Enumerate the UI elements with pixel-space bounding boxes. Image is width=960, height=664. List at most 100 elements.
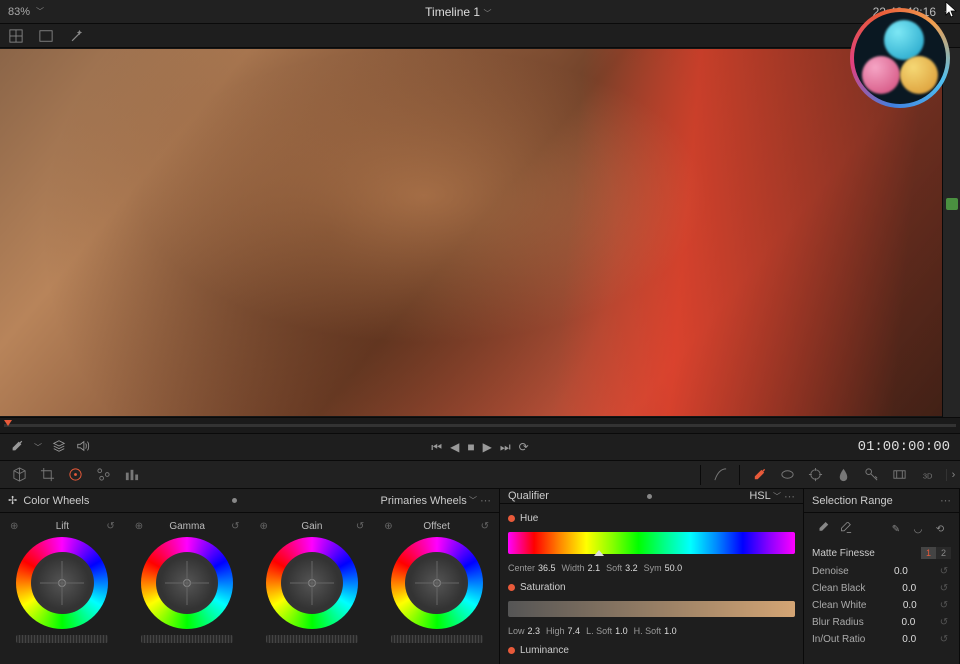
- crop-tool-icon[interactable]: [34, 464, 60, 486]
- last-frame-button[interactable]: ⏭: [500, 440, 511, 455]
- title-chevron-icon[interactable]: ﹀: [483, 9, 491, 18]
- target-tool-icon[interactable]: [62, 464, 88, 486]
- wheel-expand-icon[interactable]: ⊕: [260, 521, 268, 532]
- viewer-image[interactable]: [0, 49, 942, 416]
- softness-icon[interactable]: ◡: [909, 520, 927, 538]
- cursor-icon: [945, 1, 959, 22]
- sat-high-label: High: [546, 626, 565, 636]
- finesse-reset-icon[interactable]: ↺: [937, 566, 951, 577]
- hue-sym-label: Sym: [644, 563, 662, 573]
- feather-icon[interactable]: ✎: [887, 520, 905, 538]
- three-d-tool-icon[interactable]: 3D: [914, 464, 940, 486]
- sat-lsoft-label: L. Soft: [586, 626, 612, 636]
- hue-center-label: Center: [508, 563, 535, 573]
- finesse-label: Clean White: [812, 600, 866, 611]
- colorwheels-tool-icon[interactable]: ✢: [8, 494, 17, 507]
- expand-right-icon[interactable]: ›: [946, 469, 960, 481]
- prev-button[interactable]: ◀: [450, 440, 459, 455]
- wheel-reset-icon[interactable]: ↺: [106, 521, 114, 532]
- wheel-slider[interactable]: [141, 635, 233, 643]
- wheel-expand-icon[interactable]: ⊕: [384, 521, 392, 532]
- finesse-reset-icon[interactable]: ↺: [937, 617, 951, 628]
- wheel-name: Offset: [423, 521, 450, 532]
- node-indicator-icon[interactable]: [946, 198, 958, 210]
- grid-view-icon[interactable]: [6, 27, 26, 45]
- hue-width-input[interactable]: 2.1: [588, 563, 601, 573]
- qualifier-mode[interactable]: HSL: [749, 490, 770, 502]
- bars-tool-icon[interactable]: [118, 464, 144, 486]
- zoom-level[interactable]: 83%: [8, 6, 30, 18]
- wheel-slider[interactable]: [16, 635, 108, 643]
- first-frame-button[interactable]: ⏮: [431, 440, 442, 455]
- qualifier-menu-icon[interactable]: ⋯: [784, 490, 795, 503]
- qual-chevron-icon[interactable]: ﹀: [771, 491, 781, 502]
- finesse-value-input[interactable]: 0.0: [886, 583, 916, 594]
- qualifier-keyframe-icon[interactable]: [647, 494, 652, 499]
- colorwheels-menu-icon[interactable]: ⋯: [480, 494, 491, 507]
- timeline-title[interactable]: Timeline 1: [425, 5, 480, 19]
- timeline-scrubber[interactable]: [4, 424, 956, 427]
- keyframe-dot-icon[interactable]: [232, 498, 237, 503]
- color-wheel[interactable]: [266, 537, 358, 629]
- key-tool-icon[interactable]: [858, 464, 884, 486]
- finesse-value-input[interactable]: 0.0: [887, 600, 917, 611]
- sat-hsoft-label: H. Soft: [634, 626, 662, 636]
- sat-low-input[interactable]: 2.3: [528, 626, 541, 636]
- wheel-expand-icon[interactable]: ⊕: [10, 521, 18, 532]
- blur-tool-icon[interactable]: [830, 464, 856, 486]
- wheel-reset-icon[interactable]: ↺: [356, 521, 364, 532]
- sat-lsoft-input[interactable]: 1.0: [615, 626, 628, 636]
- loop-button[interactable]: ⟳: [519, 440, 529, 455]
- finesse-reset-icon[interactable]: ↺: [937, 583, 951, 594]
- picker-tool-icon[interactable]: [746, 464, 772, 486]
- ellipse-tool-icon[interactable]: [774, 464, 800, 486]
- selection-title: Selection Range: [812, 495, 893, 507]
- matte-finesse-title: Matte Finesse: [812, 548, 875, 559]
- finesse-value-input[interactable]: 0.0: [878, 566, 908, 577]
- color-wheel[interactable]: [391, 537, 483, 629]
- invert-icon[interactable]: ⟲: [931, 520, 949, 538]
- layers-icon[interactable]: [52, 439, 66, 456]
- matte-tab-1[interactable]: 1: [921, 547, 936, 559]
- sat-enable-icon[interactable]: [508, 584, 515, 591]
- single-view-icon[interactable]: [36, 27, 56, 45]
- stop-button[interactable]: ■: [467, 440, 474, 455]
- finesse-reset-icon[interactable]: ↺: [937, 600, 951, 611]
- hue-enable-icon[interactable]: [508, 515, 515, 522]
- lum-enable-icon[interactable]: [508, 647, 515, 654]
- hue-bar[interactable]: [508, 532, 795, 554]
- picker-add-icon[interactable]: [814, 520, 832, 538]
- track-tool-icon[interactable]: [802, 464, 828, 486]
- wheel-reset-icon[interactable]: ↺: [231, 521, 239, 532]
- wheel-reset-icon[interactable]: ↺: [481, 521, 489, 532]
- wheel-slider[interactable]: [266, 635, 358, 643]
- cube-tool-icon[interactable]: [6, 464, 32, 486]
- hue-sym-input[interactable]: 50.0: [665, 563, 683, 573]
- picker-sub-icon[interactable]: [836, 520, 854, 538]
- sat-high-input[interactable]: 7.4: [568, 626, 581, 636]
- mode-chevron-icon[interactable]: ﹀: [467, 495, 477, 506]
- eyedropper-icon[interactable]: [10, 439, 24, 456]
- sat-hsoft-input[interactable]: 1.0: [664, 626, 677, 636]
- play-button[interactable]: ▶: [483, 440, 492, 455]
- color-wheel[interactable]: [16, 537, 108, 629]
- selection-menu-icon[interactable]: ⋯: [940, 494, 951, 507]
- sliders-tool-icon[interactable]: [90, 464, 116, 486]
- speaker-icon[interactable]: [76, 439, 90, 456]
- wheel-expand-icon[interactable]: ⊕: [135, 521, 143, 532]
- saturation-bar[interactable]: [508, 601, 795, 617]
- hue-label: Hue: [520, 513, 538, 524]
- colorwheels-mode[interactable]: Primaries Wheels: [381, 495, 467, 507]
- sat-label: Saturation: [520, 582, 566, 593]
- matte-tab-2[interactable]: 2: [936, 547, 951, 559]
- curves-tool-icon[interactable]: [707, 464, 733, 486]
- hue-soft-input[interactable]: 3.2: [625, 563, 638, 573]
- wheel-slider[interactable]: [391, 635, 483, 643]
- hue-center-input[interactable]: 36.5: [538, 563, 556, 573]
- color-wheel[interactable]: [141, 537, 233, 629]
- zoom-chevron-icon[interactable]: ﹀: [36, 6, 44, 17]
- finesse-value-input[interactable]: 0.0: [885, 617, 915, 628]
- magic-wand-icon[interactable]: [66, 27, 86, 45]
- eyedropper-chevron[interactable]: ﹀: [34, 442, 42, 453]
- sizing-tool-icon[interactable]: [886, 464, 912, 486]
